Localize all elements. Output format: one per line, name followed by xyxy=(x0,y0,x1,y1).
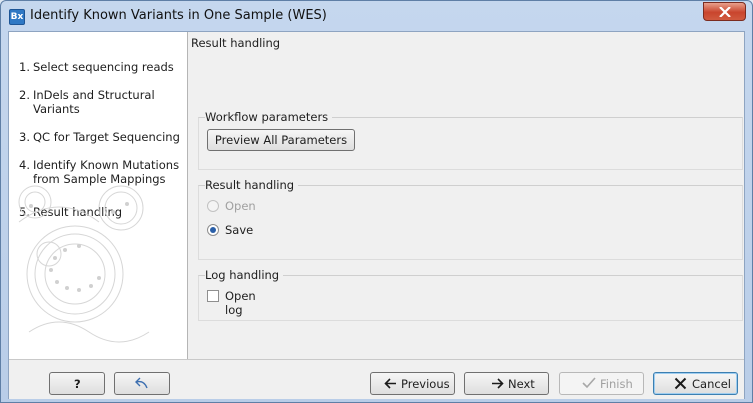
step-number: 4. xyxy=(19,158,30,172)
help-label: ? xyxy=(74,377,81,391)
wizard-steps-panel: 1. Select sequencing reads 2. InDels and… xyxy=(9,32,188,359)
undo-button[interactable] xyxy=(114,372,170,395)
step-number: 3. xyxy=(19,130,30,144)
undo-arrow-icon xyxy=(135,377,148,389)
save-radio-button[interactable] xyxy=(207,224,219,236)
finish-label: Finish xyxy=(600,377,633,391)
group-label: Log handling xyxy=(205,268,284,282)
finish-button[interactable]: Finish xyxy=(559,372,644,395)
next-label: Next xyxy=(508,377,535,391)
arrow-right-icon xyxy=(492,378,504,389)
dialog-window: Bx Identify Known Variants in One Sample… xyxy=(0,0,753,403)
page-title: Result handling xyxy=(191,36,281,50)
button-bar: ? Previous Next Finish Cancel xyxy=(9,359,744,399)
help-button[interactable]: ? xyxy=(49,372,105,395)
radio-label: Open xyxy=(225,199,256,213)
group-label: Workflow parameters xyxy=(205,110,333,124)
radio-selected-dot xyxy=(210,227,216,233)
step-label: QC for Target Sequencing xyxy=(33,130,180,144)
app-icon: Bx xyxy=(9,9,25,25)
open-log-checkbox[interactable] xyxy=(207,290,219,302)
preview-all-parameters-button[interactable]: Preview All Parameters xyxy=(207,129,355,151)
step-label: Select sequencing reads xyxy=(33,60,174,74)
cancel-button[interactable]: Cancel xyxy=(653,372,738,395)
close-icon xyxy=(719,7,731,17)
arrow-left-icon xyxy=(384,378,396,389)
step-label: InDels and Structural Variants xyxy=(33,88,155,116)
workflow-parameters-group: Workflow parameters Preview All Paramete… xyxy=(198,110,743,170)
previous-button[interactable]: Previous xyxy=(370,372,455,395)
previous-label: Previous xyxy=(401,377,450,391)
group-label: Result handling xyxy=(205,178,299,192)
step-number: 2. xyxy=(19,88,30,102)
dna-watermark-icon xyxy=(18,185,150,343)
open-radio-button[interactable] xyxy=(207,200,219,212)
dialog-body: 1. Select sequencing reads 2. InDels and… xyxy=(8,31,745,399)
next-button[interactable]: Next xyxy=(464,372,549,395)
cancel-x-icon xyxy=(674,377,687,390)
result-handling-group: Result handling Open Save xyxy=(198,178,743,260)
radio-label: Save xyxy=(225,223,254,237)
window-title: Identify Known Variants in One Sample (W… xyxy=(30,8,327,23)
cancel-label: Cancel xyxy=(692,377,731,391)
step-number: 1. xyxy=(19,60,30,74)
checkmark-icon xyxy=(582,377,596,389)
close-button[interactable] xyxy=(703,2,746,21)
checkbox-label: Open log xyxy=(225,289,256,317)
content-panel: Result handling Workflow parameters Prev… xyxy=(189,32,744,359)
log-handling-group: Log handling Open log xyxy=(198,268,743,321)
title-bar[interactable]: Bx Identify Known Variants in One Sample… xyxy=(1,1,752,31)
